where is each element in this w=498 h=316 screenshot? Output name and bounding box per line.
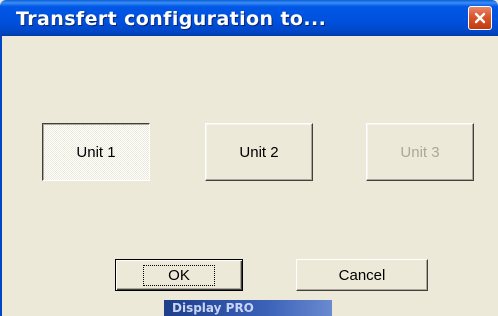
unit-1-button[interactable]: Unit 1 [42,123,150,181]
background-window-text: Display PRO [172,301,254,315]
title-bar[interactable]: Transfert configuration to... [0,0,498,36]
cancel-button[interactable]: Cancel [296,259,428,291]
unit-2-button[interactable]: Unit 2 [205,123,313,181]
ok-button[interactable]: OK [115,259,243,291]
unit-3-label: Unit 3 [400,143,440,161]
close-button[interactable] [468,6,492,30]
unit-2-label: Unit 2 [239,143,279,161]
cancel-label: Cancel [338,266,386,284]
ok-label: OK [143,264,215,286]
unit-3-button: Unit 3 [366,123,474,181]
unit-1-label: Unit 1 [76,143,116,161]
close-icon [474,12,486,24]
background-window-title: Display PRO [164,300,332,316]
dialog-body: Unit 1 Unit 2 Unit 3 OK Cancel Display P… [0,36,498,316]
window-title: Transfert configuration to... [16,8,327,30]
